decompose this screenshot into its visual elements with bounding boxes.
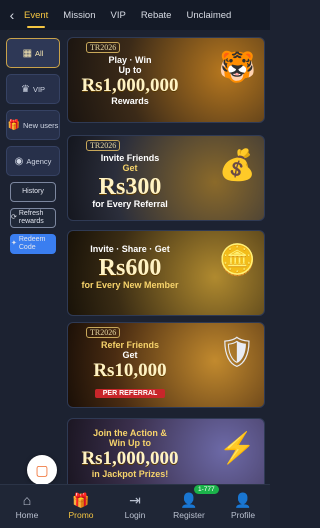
promo-banner-invite-friends[interactable]: TR2026 Invite Friends Get Rs300 for Ever… xyxy=(67,135,265,221)
tab-vip[interactable]: VIP xyxy=(111,10,126,21)
banner-line3: Rewards xyxy=(111,95,149,106)
banner-line2: Get xyxy=(122,162,138,173)
tab-unclaimed[interactable]: Unclaimed xyxy=(186,10,231,21)
promo-banner-play-win[interactable]: TR2026 Play · Win Up to Rs1,000,000 Rewa… xyxy=(67,37,265,123)
brand-badge: TR2026 xyxy=(86,140,121,151)
ticket-icon: ✦ xyxy=(11,240,17,247)
tab-rebate[interactable]: Rebate xyxy=(141,10,172,21)
tab-event[interactable]: Event xyxy=(24,10,48,28)
top-tab-bar: ‹ Event Mission VIP Rebate Unclaimed xyxy=(0,0,270,30)
banner-amount: Rs1,000,000 xyxy=(81,447,179,469)
banner-amount: Rs1,000,000 xyxy=(81,74,179,96)
tiger-mascot-icon: 🐯 xyxy=(218,51,256,84)
history-button[interactable]: History xyxy=(10,182,56,202)
sidebar-item-label: All xyxy=(35,48,44,58)
category-sidebar: ▦ All ♛ VIP 🎁 New users ◉ Agency History… xyxy=(6,38,62,260)
sidebar-item-all[interactable]: ▦ All xyxy=(6,38,60,68)
gift-icon: 🎁 xyxy=(7,119,20,131)
banner-amount: Rs300 xyxy=(98,173,162,200)
register-badge: 1-777 xyxy=(194,485,219,494)
nav-promo[interactable]: 🎁 Promo xyxy=(57,493,105,520)
treasure-chest-icon: 💰 xyxy=(218,149,256,182)
crown-icon: ♛ xyxy=(20,83,30,95)
chat-support-button[interactable]: ▢ xyxy=(27,455,57,485)
banner-line3: for Every Referral xyxy=(92,199,168,210)
refresh-icon: ⟳ xyxy=(11,214,17,221)
banner-line1: Invite · Share · Get xyxy=(90,244,170,254)
sidebar-item-agency[interactable]: ◉ Agency xyxy=(6,146,60,176)
nav-login[interactable]: ⇥ Login xyxy=(111,493,159,520)
home-icon: ⌂ xyxy=(22,492,32,508)
sidebar-item-new-users[interactable]: 🎁 New users xyxy=(6,110,60,140)
chevron-left-icon[interactable]: ‹ xyxy=(0,7,24,23)
promo-banner-invite-share[interactable]: Invite · Share · Get Rs600 for Every New… xyxy=(67,230,265,316)
promo-banner-jackpot[interactable]: Join the Action & Win Up to Rs1,000,000 … xyxy=(67,418,265,490)
nav-register[interactable]: 👤 Register xyxy=(165,493,213,520)
bottom-navigation: ⌂ Home 🎁 Promo ⇥ Login 👤 Register 👤 Prof… xyxy=(0,484,270,528)
tab-mission[interactable]: Mission xyxy=(63,10,95,21)
gold-coins-icon: 🪙 xyxy=(218,244,256,277)
redeem-code-button[interactable]: ✦ Redeem Code xyxy=(10,234,56,254)
banner-line3: for Every New Member xyxy=(81,280,179,291)
login-icon: ⇥ xyxy=(129,492,141,508)
banner-amount: Rs10,000 xyxy=(93,359,167,381)
brand-badge: TR2026 xyxy=(86,327,121,338)
sidebar-item-vip[interactable]: ♛ VIP xyxy=(6,74,60,104)
banner-line3: PER REFERRAL xyxy=(94,388,166,399)
chat-icon: ▢ xyxy=(35,461,49,478)
brand-badge: TR2026 xyxy=(86,42,121,53)
refresh-rewards-button[interactable]: ⟳ Refresh rewards xyxy=(10,208,56,228)
agency-icon: ◉ xyxy=(14,155,24,167)
banner-line3: in Jackpot Prizes! xyxy=(91,468,169,479)
profile-icon: 👤 xyxy=(234,492,252,508)
grid-icon: ▦ xyxy=(22,47,33,59)
promo-banner-refer-friends[interactable]: TR2026 Refer Friends Get Rs10,000 PER RE… xyxy=(67,322,265,408)
gift-icon: 🎁 xyxy=(72,492,90,508)
sidebar-item-label: New users xyxy=(23,120,59,130)
sidebar-item-label: VIP xyxy=(32,84,46,94)
sidebar-item-label: Agency xyxy=(26,156,52,166)
nav-home[interactable]: ⌂ Home xyxy=(3,493,51,520)
vip-shield-icon: 🛡 xyxy=(217,336,256,369)
register-icon: 👤 xyxy=(180,492,198,508)
zeus-character-icon: ⚡ xyxy=(218,432,256,465)
nav-profile[interactable]: 👤 Profile xyxy=(219,493,267,520)
banner-amount: Rs600 xyxy=(98,254,162,281)
